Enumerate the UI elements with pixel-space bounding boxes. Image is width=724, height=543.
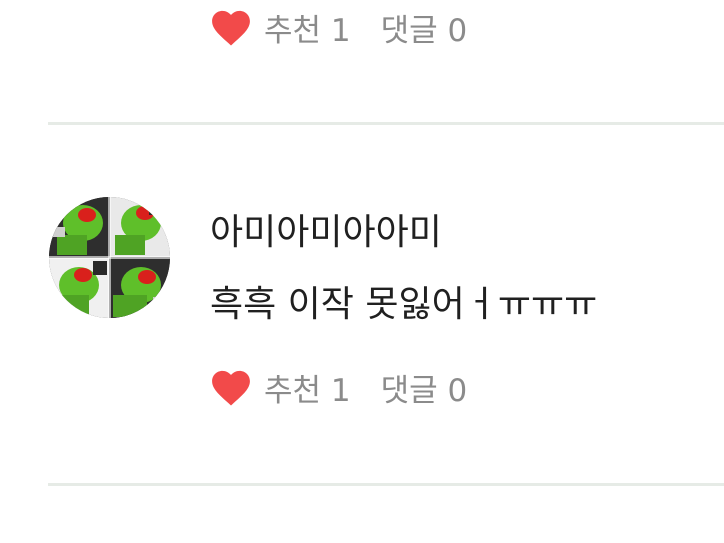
comment-username[interactable]: 아미아미아아미 [210, 203, 442, 255]
heart-icon[interactable] [208, 4, 254, 50]
reply-count[interactable]: 댓글 0 [381, 5, 468, 50]
reply-count[interactable]: 댓글 0 [381, 365, 468, 410]
comment-actions: 추천 1 댓글 0 [208, 364, 467, 410]
comment-divider [48, 122, 724, 125]
like-count[interactable]: 추천 1 [264, 5, 351, 50]
comment-divider [48, 483, 724, 486]
previous-comment-actions: 추천 1 댓글 0 [208, 4, 467, 50]
like-count[interactable]: 추천 1 [264, 365, 351, 410]
frog-avatar-image [49, 197, 170, 318]
comment-text: 흑흑 이작 못잃어ㅓㅠㅠㅠ [210, 284, 598, 325]
heart-icon[interactable] [208, 364, 254, 410]
user-avatar[interactable] [49, 197, 170, 318]
